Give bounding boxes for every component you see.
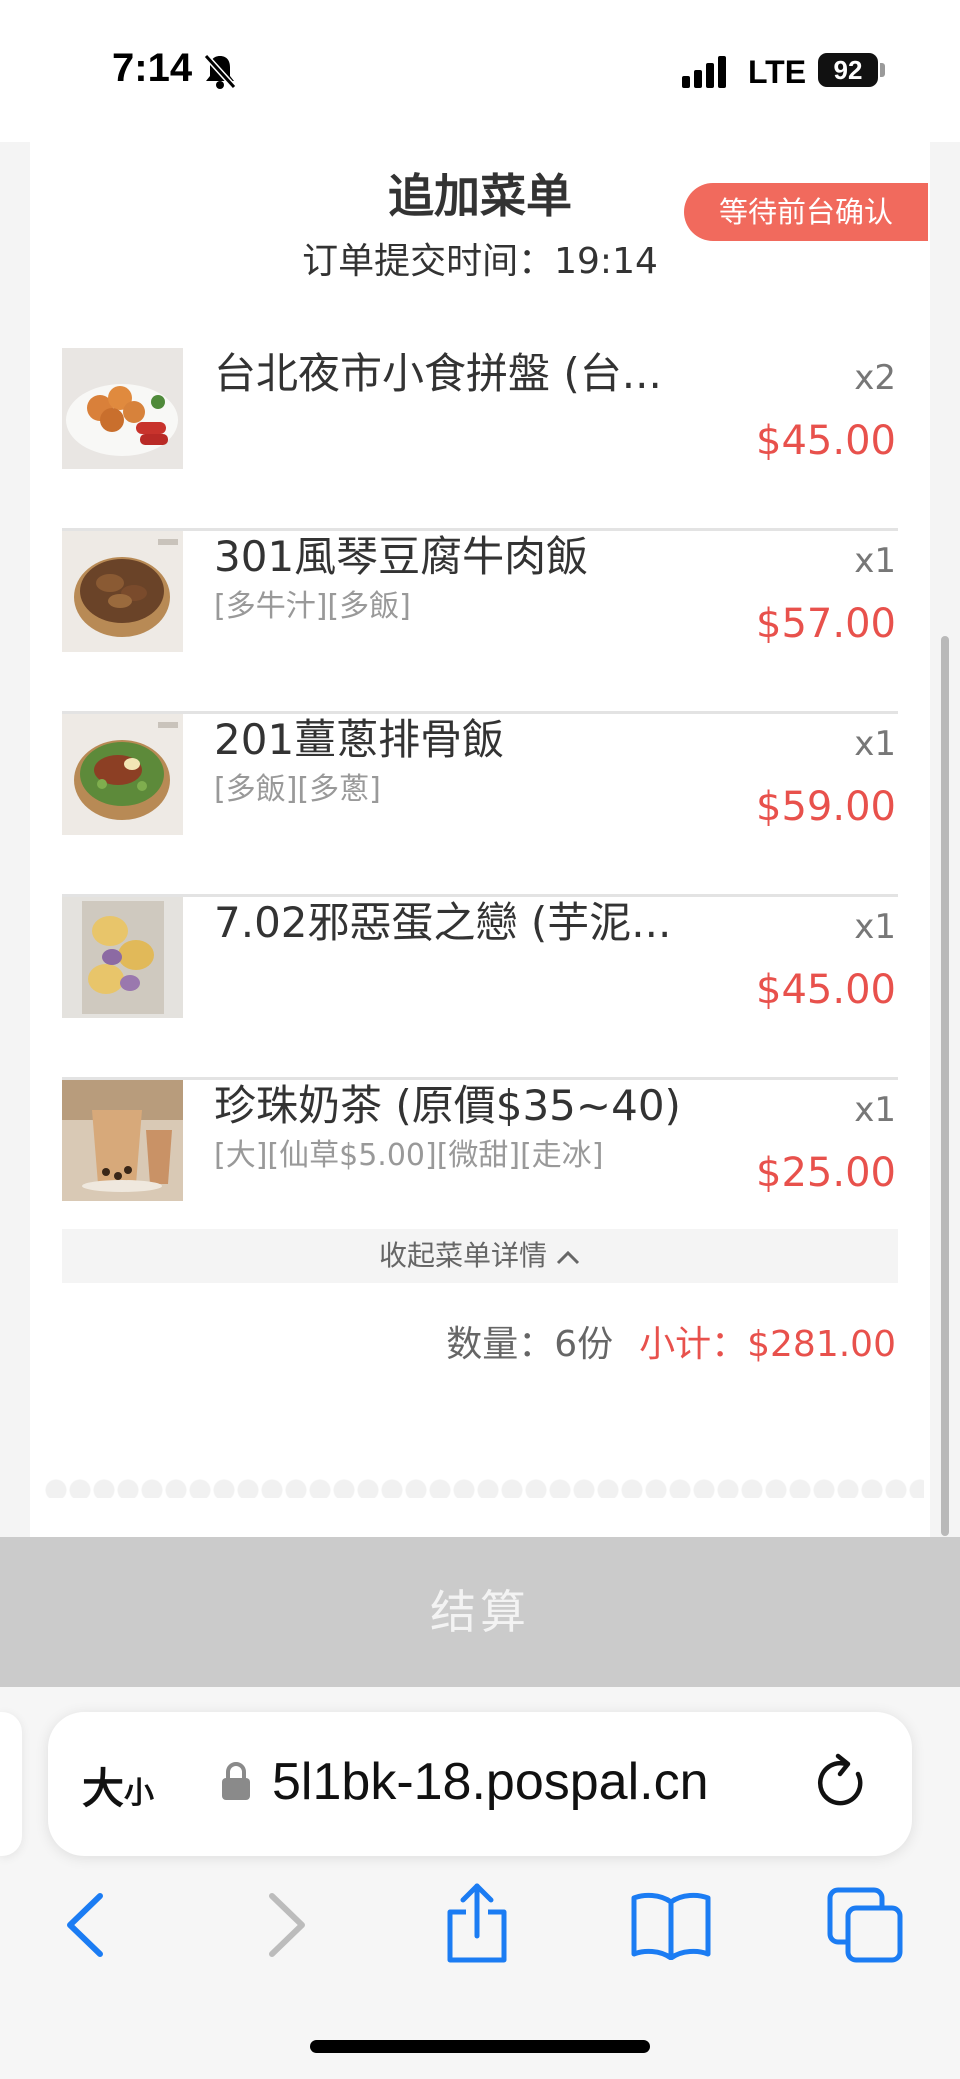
chevron-up-icon bbox=[556, 1250, 580, 1265]
item-name: 301風琴豆腐牛肉飯 bbox=[214, 532, 589, 581]
order-summary: 数量：6份 小计：$281.00 bbox=[446, 1315, 896, 1367]
bookmarks-icon[interactable] bbox=[630, 1890, 712, 1960]
item-name: 台北夜市小食拼盤 (台... bbox=[214, 349, 662, 398]
item-options: [多飯][多蔥] bbox=[214, 772, 381, 807]
lock-icon bbox=[222, 1762, 250, 1800]
text-size-big: 大 bbox=[82, 1764, 125, 1813]
item-price: $59.00 bbox=[756, 784, 896, 830]
item-name: 7.02邪惡蛋之戀 (芋泥... bbox=[214, 898, 672, 947]
item-price: $45.00 bbox=[756, 418, 896, 464]
collapse-label: 收起菜单详情 bbox=[378, 1239, 547, 1272]
status-bar: 7:14 LTE 92 bbox=[0, 0, 960, 142]
item-name: 珍珠奶茶 (原價$35~40) bbox=[214, 1081, 681, 1130]
item-quantity: x2 bbox=[854, 358, 896, 398]
previous-tab-edge[interactable] bbox=[0, 1712, 22, 1856]
reload-icon[interactable] bbox=[814, 1752, 870, 1812]
item-quantity: x1 bbox=[854, 907, 896, 947]
list-item[interactable]: 台北夜市小食拼盤 (台... x2 $45.00 bbox=[62, 348, 898, 531]
url-text[interactable]: 5l1bk-18.pospal.cn bbox=[272, 1752, 709, 1812]
item-quantity: x1 bbox=[854, 541, 896, 581]
back-icon[interactable] bbox=[62, 1890, 108, 1960]
total-quantity: 数量：6份 bbox=[446, 1324, 614, 1365]
list-item[interactable]: 7.02邪惡蛋之戀 (芋泥... x1 $45.00 bbox=[62, 897, 898, 1080]
bell-slash-icon bbox=[203, 53, 237, 90]
status-time: 7:14 bbox=[112, 46, 193, 90]
checkout-button[interactable]: 结算 bbox=[0, 1537, 960, 1687]
item-price: $45.00 bbox=[756, 967, 896, 1013]
share-icon[interactable] bbox=[444, 1882, 510, 1964]
list-item[interactable]: 301風琴豆腐牛肉飯 [多牛汁][多飯] x1 $57.00 bbox=[62, 531, 898, 714]
item-image bbox=[62, 1080, 183, 1201]
item-options: [大][仙草$5.00][微甜][走冰] bbox=[214, 1138, 604, 1173]
scrollbar[interactable] bbox=[941, 636, 949, 1536]
home-indicator bbox=[310, 2040, 650, 2053]
item-price: $57.00 bbox=[756, 601, 896, 647]
status-badge: 等待前台确认 bbox=[684, 183, 928, 241]
item-quantity: x1 bbox=[854, 1090, 896, 1130]
item-image bbox=[62, 897, 183, 1018]
battery-tip bbox=[880, 63, 885, 77]
collapse-details-button[interactable]: 收起菜单详情 bbox=[62, 1229, 898, 1283]
list-item[interactable]: 201薑蔥排骨飯 [多飯][多蔥] x1 $59.00 bbox=[62, 714, 898, 897]
subtotal: 小计：$281.00 bbox=[639, 1324, 896, 1365]
item-image bbox=[62, 348, 183, 469]
forward-icon[interactable] bbox=[264, 1890, 310, 1960]
battery-icon: 92 bbox=[818, 53, 878, 87]
item-image bbox=[62, 714, 183, 835]
text-size-button[interactable]: 大小 bbox=[82, 1755, 154, 1816]
signal-icon bbox=[682, 56, 726, 88]
text-size-small: 小 bbox=[124, 1776, 155, 1811]
network-label: LTE bbox=[748, 54, 807, 90]
item-image bbox=[62, 531, 183, 652]
scallop-divider bbox=[44, 1478, 924, 1498]
tabs-icon[interactable] bbox=[826, 1886, 904, 1964]
item-price: $25.00 bbox=[756, 1150, 896, 1196]
item-name: 201薑蔥排骨飯 bbox=[214, 715, 505, 764]
item-options: [多牛汁][多飯] bbox=[214, 589, 411, 624]
item-quantity: x1 bbox=[854, 724, 896, 764]
